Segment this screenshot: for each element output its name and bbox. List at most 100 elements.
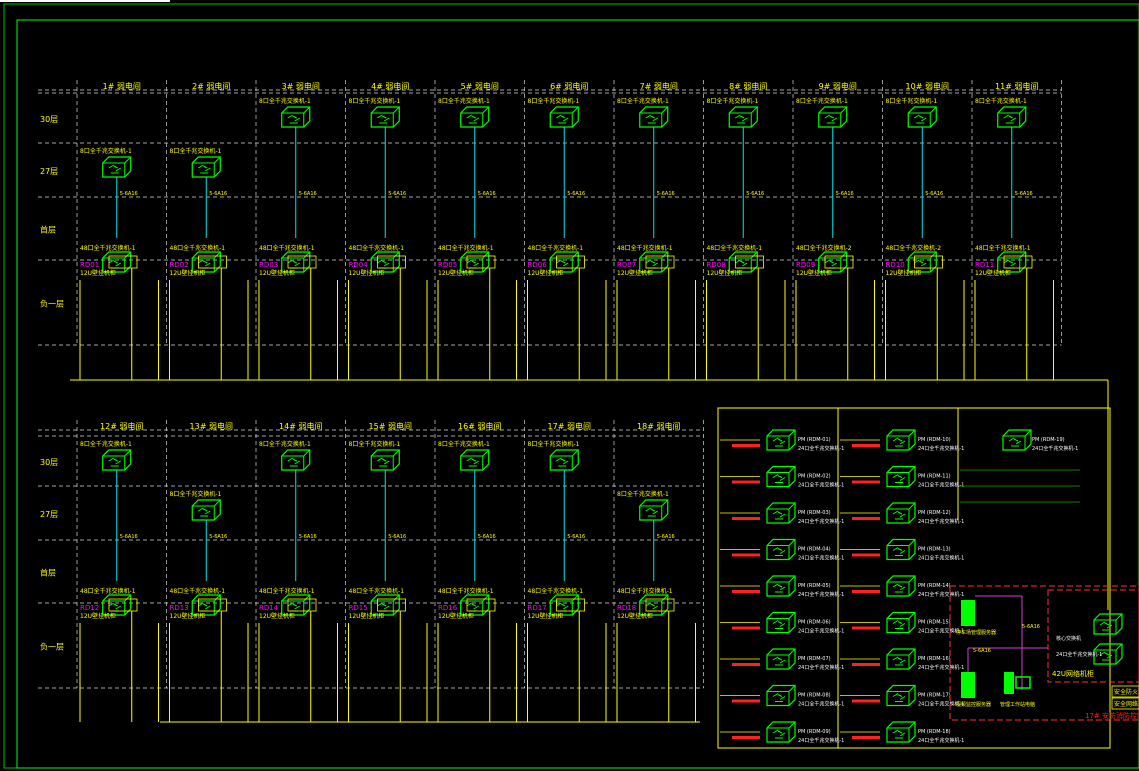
cabinet-unit-id: PM (RDM-11) (918, 474, 951, 480)
riser-room-title: 8# 弱电间 (729, 81, 767, 91)
cabinet-id: RD08 (707, 261, 726, 269)
base-switch-label: 48口全千兆交换机-1 (528, 244, 584, 252)
riser-link-label: 5-6A16 (1015, 191, 1033, 197)
cabinet-unit-id: PM (RDM-09) (798, 729, 831, 735)
control-room-label: 17# 安防消防控制室 (1085, 711, 1139, 720)
cabinet-unit-switch: 24口全千兆交换机-1 (798, 628, 844, 635)
alarm-band (732, 663, 760, 666)
cabinet-type: 12U壁挂机柜 (170, 269, 206, 277)
riser-room-title: 9# 弱电间 (819, 81, 857, 91)
cabinet-type: 12U壁挂机柜 (80, 269, 116, 277)
cabinet-unit-switch: 24口全千兆交换机-1 (918, 482, 964, 489)
top-switch-label: 8口全千兆交换机-1 (259, 97, 311, 105)
mid-switch-label: 8口全千兆交换机-1 (617, 490, 669, 498)
riser-room-title: 1# 弱电间 (103, 81, 141, 91)
cabinet-unit-id: PM (RDM-18) (918, 729, 951, 735)
base-switch-label: 48口全千兆交换机-1 (80, 244, 136, 252)
alarm-band (852, 480, 880, 484)
cabinet-id: RD06 (528, 261, 548, 269)
top-switch-label: 8口全千兆交换机-1 (349, 97, 401, 105)
cabinet-id: RD17 (528, 604, 547, 612)
base-switch-label: 48口全千兆交换机-1 (528, 587, 584, 595)
riser-room-title: 10# 弱电间 (906, 81, 949, 91)
cabinet-type: 12U壁挂机柜 (349, 612, 385, 620)
base-switch-label: 48口全千兆交换机-1 (170, 587, 226, 595)
alarm-band (852, 736, 880, 739)
cabinet-type: 12U壁挂机柜 (259, 269, 295, 277)
mid-switch-label: 8口全千兆交换机-1 (170, 490, 222, 498)
riser-link-label: 5-6A16 (299, 191, 317, 197)
workstation-label: 管理工作站电脑 (1000, 701, 1035, 708)
cabinet-unit-switch: 24口全千兆交换机-1 (798, 701, 844, 708)
cabinet-type: 12U壁挂机柜 (259, 612, 295, 620)
base-switch-label: 48口全千兆交换机-1 (349, 587, 405, 595)
cabinet-unit-switch: 24口全千兆交换机-1 (798, 518, 844, 525)
cabinet-unit-id: PM (RDM-17) (918, 693, 951, 699)
riser-link-label: 5-6A16 (120, 534, 138, 540)
riser-link-label: 5-6A16 (120, 191, 138, 197)
cabinet-unit-id: PM (RDM-04) (798, 547, 831, 553)
mid-switch-label: 8口全千兆交换机-1 (170, 147, 222, 155)
cabinet-unit-id: PM (RDM-01) (798, 437, 831, 443)
cabinet-unit-id: PM (RDM-06) (798, 620, 831, 626)
floor-label-1: 首层 (40, 568, 56, 578)
cabinet-type: 12U壁挂机柜 (349, 269, 385, 277)
alarm-band (732, 699, 760, 703)
alarm-band (732, 626, 760, 630)
riser-link-label: 5-6A16 (388, 534, 406, 540)
riser-room-title: 11# 弱电间 (995, 81, 1038, 91)
riser-room-title: 16# 弱电间 (458, 421, 501, 431)
server1-icon (961, 600, 975, 626)
cabinet-id: RD05 (438, 261, 457, 269)
cabinet-id: RD13 (170, 604, 189, 612)
core-switch-label: 核心交换机 (1056, 635, 1081, 642)
cabinet-unit-switch: 24口全千兆交换机-1 (798, 555, 844, 562)
riser-room-title: 12# 弱电间 (100, 421, 143, 431)
floor-label-30: 30层 (40, 458, 58, 467)
top-switch-label: 8口全千兆交换机-1 (438, 440, 490, 448)
top-switch-label: 8口全千兆交换机-1 (528, 97, 580, 105)
top-switch-label: 8口全千兆交换机-1 (259, 440, 311, 448)
cabinet-unit-id: PM (RDM-07) (798, 656, 831, 662)
extra-unit-id: PM (RDM-19) (1032, 437, 1065, 443)
cabinet-id: RD18 (617, 604, 636, 612)
cabinet-id: RD07 (617, 261, 636, 269)
base-switch-label: 48口全千兆交换机-1 (617, 244, 673, 252)
riser-room-title: 14# 弱电间 (279, 421, 322, 431)
base-switch-label: 48口全千兆交换机-1 (259, 244, 315, 252)
cabinet-unit-switch: 24口全千兆交换机-1 (918, 737, 964, 744)
alarm-band (852, 699, 880, 703)
cabinet-id: RD15 (349, 604, 368, 612)
base-switch-label: 48口全千兆交换机-1 (438, 244, 494, 252)
network-system-diagram: 30层27层首层负一层1# 弱电间8口全千兆交换机-15-6A1648口全千兆交… (0, 0, 1139, 771)
alarm-band (852, 553, 880, 557)
cabinet-unit-id: PM (RDM-05) (798, 583, 831, 589)
cabinet-type: 12U壁挂机柜 (617, 612, 653, 620)
server2-icon (961, 672, 975, 698)
cabinet-unit-switch: 24口全千兆交换机-1 (918, 445, 964, 452)
riser-link-label: 5-6A16 (478, 534, 496, 540)
riser-link-label: 5-6A16 (209, 191, 227, 197)
floor-label-1: 首层 (40, 225, 56, 235)
cabinet-type: 12U壁挂机柜 (528, 269, 564, 277)
cabinet-unit-switch: 24口全千兆交换机-1 (798, 482, 844, 489)
cabinet-unit-switch: 24口全千兆交换机-1 (798, 664, 844, 671)
cabinet-type: 12U壁挂机柜 (886, 269, 922, 277)
top-switch-label: 8口全千兆交换机-1 (349, 440, 401, 448)
alarm-band (732, 517, 760, 520)
cabinet-unit-switch: 24口全千兆交换机-1 (918, 664, 964, 671)
riser-link-label: 5-6A16 (567, 191, 585, 197)
alarm-band (732, 480, 760, 484)
riser-link-label: 5-6A16 (836, 191, 854, 197)
cabinet-unit-id: PM (RDM-08) (798, 693, 831, 699)
cabinet-unit-switch: 24口全千兆交换机-1 (918, 555, 964, 562)
top-switch-label: 8口全千兆交换机-1 (80, 440, 132, 448)
riser-link-label: 5-6A16 (388, 191, 406, 197)
server1-label: 停车场管理服务器 (956, 629, 996, 636)
cabinet-type: 12U壁挂机柜 (975, 269, 1011, 277)
riser-room-title: 18# 弱电间 (637, 421, 680, 431)
cabinet-id: RD02 (170, 261, 189, 269)
cabinet-id: RD11 (975, 261, 994, 269)
cabinet-id: RD14 (259, 604, 279, 612)
riser-room-title: 3# 弱电间 (282, 81, 320, 91)
